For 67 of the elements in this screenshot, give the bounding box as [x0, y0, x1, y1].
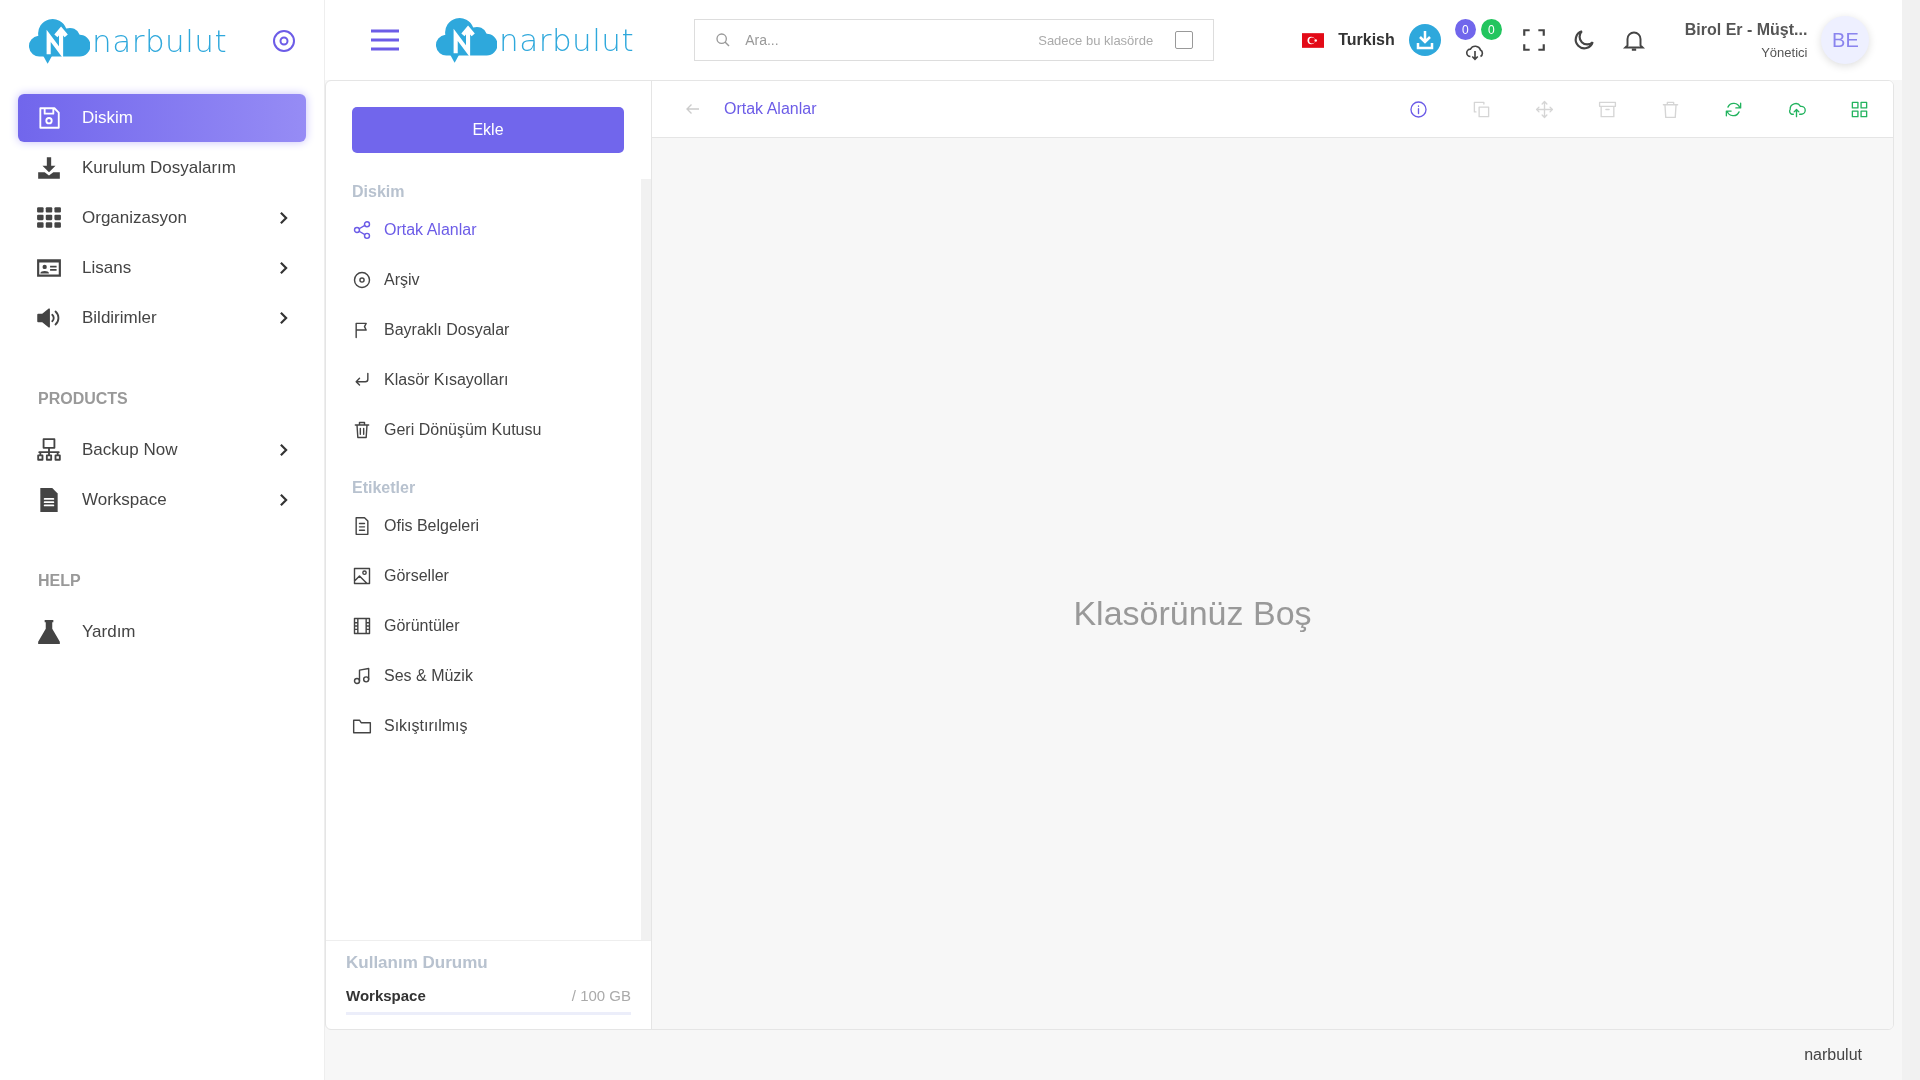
logo-text: narbulut: [499, 22, 635, 58]
language-label[interactable]: Turkish: [1338, 31, 1395, 49]
breadcrumb-link[interactable]: Ortak Alanlar: [724, 100, 817, 118]
sidebar-item[interactable]: Bildirimler: [18, 294, 306, 342]
menu-icon[interactable]: [371, 29, 399, 51]
menu-item-icon: [36, 619, 62, 645]
menu-item-icon: [36, 437, 62, 463]
folder-item[interactable]: Ses & Müzik: [352, 651, 615, 701]
search-icon: [715, 32, 732, 48]
folder-item-icon: [352, 666, 372, 686]
folder-item-icon: [352, 420, 372, 440]
folder-item[interactable]: Sıkıştırılmış: [352, 701, 615, 751]
search-field[interactable]: Ara...: [743, 31, 1027, 49]
scope-checkbox[interactable]: [1175, 31, 1194, 49]
scope-label: Sadece bu klasörde: [1038, 32, 1154, 48]
toolbar-icon: [1598, 99, 1617, 119]
folder-item-icon: [352, 616, 372, 636]
usage-value: / 100 GB: [571, 987, 631, 1004]
section-heading: HELP: [38, 572, 82, 590]
sidebar-item[interactable]: Yardım: [18, 608, 306, 656]
folder-item-icon: [352, 516, 372, 536]
user-name: Birol Er - Müşt...: [1684, 20, 1808, 39]
sidebar-item[interactable]: Organizasyon: [18, 194, 306, 242]
sidebar-item[interactable]: Workspace: [18, 476, 306, 524]
menu-item-icon: [36, 205, 62, 231]
folder-item-icon: [352, 566, 372, 586]
section-heading: PRODUCTS: [38, 390, 129, 408]
toolbar-icon: [1535, 99, 1554, 119]
footer-text: narbulut: [1804, 1046, 1862, 1064]
usage-label: Workspace: [346, 987, 426, 1004]
menu-item-icon: [36, 105, 62, 131]
empty-message: Klasörünüz Boş: [1073, 594, 1312, 633]
sidebar-item[interactable]: Diskim: [18, 94, 306, 142]
folder-item[interactable]: Arşiv: [352, 255, 615, 305]
folder-item-icon: [352, 716, 372, 736]
folder-item[interactable]: Geri Dönüşüm Kutusu: [352, 405, 615, 455]
folder-item[interactable]: Görseller: [352, 551, 615, 601]
sidebar-item[interactable]: Backup Now: [18, 426, 306, 474]
folder-item-icon: [352, 220, 372, 240]
toolbar-icon: [1661, 99, 1680, 119]
count-badge: 0: [1454, 19, 1476, 40]
toolbar-icon: [1409, 99, 1428, 119]
target-icon[interactable]: [272, 29, 296, 53]
folder-item-icon: [352, 270, 372, 290]
menu-item-icon: [36, 155, 62, 181]
sidebar-item[interactable]: Kurulum Dosyalarım: [18, 144, 306, 192]
count-badge: 0: [1480, 19, 1502, 40]
group-heading: Diskim: [352, 183, 406, 201]
folder-item[interactable]: Görüntüler: [352, 601, 615, 651]
folder-item[interactable]: Ofis Belgeleri: [352, 501, 615, 551]
logo-text: narbulut: [92, 23, 228, 59]
folder-item[interactable]: Ortak Alanlar: [352, 205, 615, 255]
add-button[interactable]: Ekle: [352, 107, 624, 153]
usage-title: Kullanım Durumu: [346, 953, 489, 973]
sidebar-item[interactable]: Lisans: [18, 244, 306, 292]
toolbar-button[interactable]: [1850, 99, 1869, 119]
scrollbar[interactable]: [641, 179, 651, 940]
download-icon[interactable]: [1408, 24, 1441, 56]
flag-icon: [1302, 32, 1325, 48]
user-role: Yönetici: [1761, 44, 1808, 60]
folder-item[interactable]: Klasör Kısayolları: [352, 355, 615, 405]
folder-item[interactable]: Bayraklı Dosyalar: [352, 305, 615, 355]
group-heading: Etiketler: [352, 479, 417, 497]
toolbar-icon: [1850, 99, 1869, 119]
toolbar-button[interactable]: [1409, 99, 1428, 119]
toolbar-icon: [1472, 99, 1491, 119]
fullscreen-icon[interactable]: [1520, 27, 1547, 53]
